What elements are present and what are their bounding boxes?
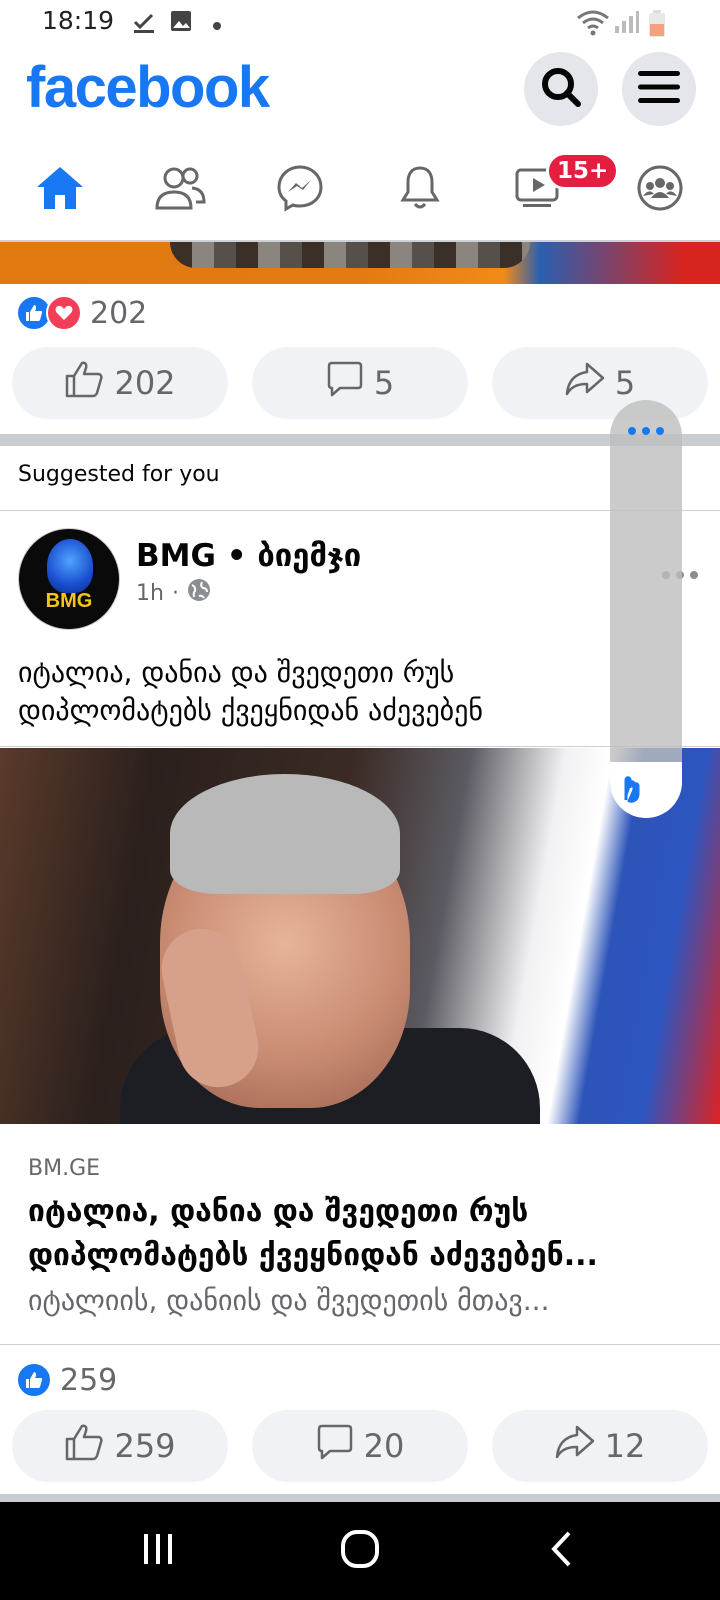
bell-icon bbox=[398, 164, 442, 216]
home-circle-icon bbox=[340, 1529, 380, 1573]
love-reaction-icon bbox=[46, 295, 82, 331]
tab-watch[interactable]: 15+ bbox=[480, 148, 620, 232]
post2-comment-count: 20 bbox=[363, 1427, 405, 1465]
wifi-icon bbox=[576, 10, 610, 40]
suggested-label: Suggested for you bbox=[18, 462, 220, 487]
tab-messenger[interactable] bbox=[240, 148, 360, 232]
search-button[interactable] bbox=[524, 52, 598, 126]
status-bar: 18:19 bbox=[0, 0, 720, 44]
feed-separator-bottom bbox=[0, 1494, 720, 1502]
thumbs-up-icon bbox=[64, 1423, 104, 1469]
back-chevron-icon bbox=[549, 1530, 575, 1572]
post2-reaction-count: 259 bbox=[60, 1362, 118, 1398]
post-text: იტალია, დანია და შვედეთი რუს დიპლომატებს… bbox=[18, 656, 484, 727]
more-horizontal-icon bbox=[626, 422, 666, 441]
tab-groups[interactable] bbox=[600, 148, 720, 232]
image-icon bbox=[170, 10, 192, 36]
avatar-text: BMG bbox=[45, 590, 93, 612]
tab-notifications[interactable] bbox=[360, 148, 480, 232]
globe-icon bbox=[187, 578, 211, 608]
post2-reactions-summary[interactable]: 259 bbox=[16, 1360, 117, 1400]
recent-apps-button[interactable] bbox=[98, 1502, 218, 1600]
link-divider bbox=[0, 1344, 720, 1345]
dot-icon bbox=[212, 16, 222, 35]
menu-button[interactable] bbox=[622, 52, 696, 126]
like-reaction-icon bbox=[16, 1362, 52, 1398]
post2-share-button[interactable]: 12 bbox=[492, 1410, 708, 1482]
facebook-logo[interactable]: facebook bbox=[26, 54, 270, 121]
post2-comment-button[interactable]: 20 bbox=[252, 1410, 468, 1482]
recent-apps-icon bbox=[141, 1532, 175, 1570]
edge-panel-handle[interactable] bbox=[610, 400, 682, 818]
post2-action-row: 259 20 12 bbox=[0, 1410, 720, 1482]
back-nav-button[interactable] bbox=[502, 1502, 622, 1600]
post1-action-row: 202 5 5 bbox=[0, 347, 720, 419]
download-done-icon bbox=[132, 10, 156, 38]
share-icon bbox=[555, 1424, 595, 1468]
post1-like-count: 202 bbox=[114, 364, 176, 402]
tab-friends[interactable] bbox=[120, 148, 240, 232]
post1-share-count: 5 bbox=[614, 364, 636, 402]
post-time: 1h bbox=[136, 580, 164, 606]
page-avatar[interactable]: BMG bbox=[18, 528, 120, 630]
tab-home[interactable] bbox=[0, 148, 120, 232]
post2-like-button[interactable]: 259 bbox=[12, 1410, 228, 1482]
share-icon bbox=[565, 361, 605, 405]
post1-reactions-summary[interactable]: 202 bbox=[16, 293, 147, 333]
post1-comment-button[interactable]: 5 bbox=[252, 347, 468, 419]
tab-bar: 15+ bbox=[0, 148, 720, 236]
post1-reaction-count: 202 bbox=[90, 295, 148, 331]
post-photo[interactable] bbox=[0, 748, 720, 1124]
post-image-partial[interactable] bbox=[0, 242, 720, 284]
messenger-icon bbox=[276, 164, 324, 216]
page-name[interactable]: BMG • ბიემჯი bbox=[136, 538, 361, 574]
battery-low-icon bbox=[648, 10, 666, 42]
post1-like-button[interactable]: 202 bbox=[12, 347, 228, 419]
post1-share-button[interactable]: 5 bbox=[492, 347, 708, 419]
post2-like-count: 259 bbox=[114, 1427, 176, 1465]
link-description[interactable]: იტალიის, დანიის და შვედეთის მთავ... bbox=[28, 1284, 700, 1317]
signal-icon bbox=[614, 10, 640, 38]
menu-icon bbox=[638, 69, 680, 109]
comment-icon bbox=[326, 360, 364, 406]
post1-comment-count: 5 bbox=[373, 364, 395, 402]
system-nav-bar bbox=[0, 1502, 720, 1600]
post2-share-count: 12 bbox=[604, 1427, 646, 1465]
groups-icon bbox=[636, 164, 684, 216]
comment-icon bbox=[316, 1423, 354, 1469]
touch-hand-icon bbox=[618, 770, 648, 808]
friends-icon bbox=[154, 166, 206, 214]
home-icon bbox=[35, 165, 85, 215]
post-meta: 1h · bbox=[136, 578, 211, 608]
status-time: 18:19 bbox=[42, 6, 115, 35]
link-title[interactable]: იტალია, დანია და შვედეთი რუს დიპლომატებს… bbox=[28, 1190, 700, 1278]
link-domain[interactable]: BM.GE bbox=[28, 1156, 100, 1181]
thumbs-up-icon bbox=[64, 360, 104, 406]
home-nav-button[interactable] bbox=[300, 1502, 420, 1600]
search-icon bbox=[539, 65, 583, 113]
